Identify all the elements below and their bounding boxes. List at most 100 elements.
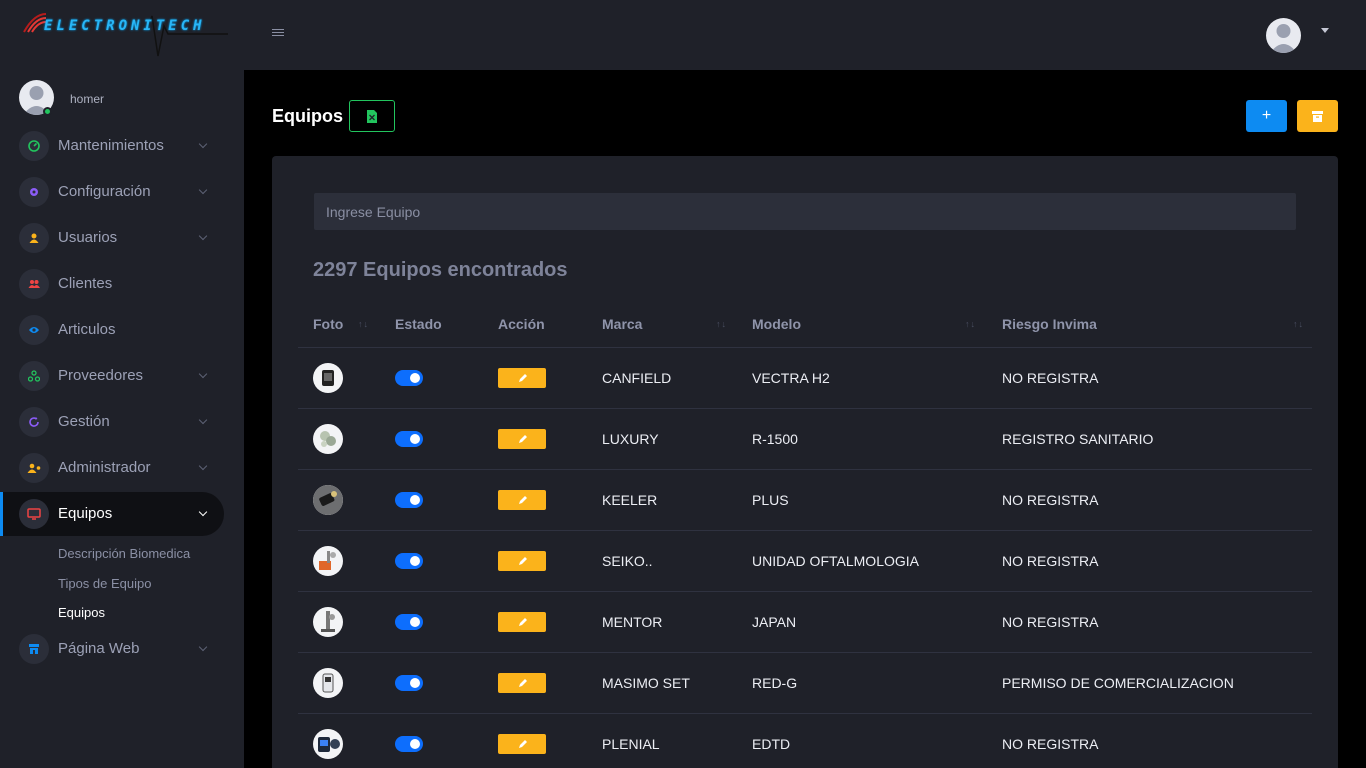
- sidebar-item-proveedores[interactable]: Proveedores: [0, 354, 224, 398]
- chevron-down-icon: [198, 369, 208, 379]
- cell-modelo: R-1500: [752, 431, 798, 447]
- pencil-icon: [518, 495, 527, 504]
- sidebar-user[interactable]: homer: [19, 80, 104, 116]
- edit-button[interactable]: [498, 734, 546, 754]
- sidebar-item-articulos[interactable]: Articulos: [0, 308, 224, 352]
- cell-riesgo: NO REGISTRA: [1002, 370, 1099, 386]
- table-header: Foto ↑↓ Estado Acción Marca ↑↓ Modelo ↑↓…: [298, 316, 1312, 348]
- page-title: Equipos: [272, 106, 343, 126]
- table-row: MENTOR JAPAN NO REGISTRA: [298, 592, 1312, 653]
- cell-modelo: EDTD: [752, 736, 791, 752]
- online-status-dot: [43, 107, 52, 116]
- sidebar-subitem-descripcion-biomedica[interactable]: Descripción Biomedica: [58, 546, 190, 561]
- column-header-foto[interactable]: Foto: [313, 316, 343, 332]
- edit-button[interactable]: [498, 368, 546, 388]
- network-icon: [19, 361, 49, 391]
- sidebar-item-mantenimientos[interactable]: Mantenimientos: [0, 124, 224, 168]
- sidebar: homer Mantenimientos Configuración Usuar…: [0, 70, 244, 768]
- column-header-estado: Estado: [395, 316, 442, 332]
- sidebar-item-label: Proveedores: [58, 367, 144, 384]
- sidebar-item-label: Equipos: [58, 505, 113, 522]
- column-header-modelo[interactable]: Modelo: [752, 316, 801, 332]
- estado-toggle[interactable]: [395, 736, 423, 752]
- cell-modelo: JAPAN: [752, 614, 797, 630]
- sort-icon[interactable]: ↑↓: [716, 319, 727, 329]
- sidebar-item-label: Administrador: [58, 459, 151, 476]
- sort-icon[interactable]: ↑↓: [1293, 319, 1304, 329]
- sidebar-item-label: Gestión: [58, 413, 110, 430]
- sidebar-item-pagina-web[interactable]: Página Web: [0, 627, 224, 671]
- equipos-card: 2297 Equipos encontrados Foto ↑↓ Estado …: [272, 156, 1338, 768]
- monitor-icon: [19, 499, 49, 529]
- estado-toggle[interactable]: [395, 675, 423, 691]
- equipment-photo[interactable]: [313, 424, 343, 454]
- results-count: 2297 Equipos encontrados: [313, 259, 568, 281]
- edit-button[interactable]: [498, 551, 546, 571]
- gear-icon: [19, 177, 49, 207]
- sidebar-item-gestion[interactable]: Gestión: [0, 400, 224, 444]
- cell-riesgo: PERMISO DE COMERCIALIZACION: [1002, 675, 1234, 691]
- column-header-marca[interactable]: Marca: [602, 316, 642, 332]
- cell-modelo: VECTRA H2: [752, 370, 830, 386]
- sort-icon[interactable]: ↑↓: [965, 319, 976, 329]
- brand-logo[interactable]: ELECTRONITECH: [22, 8, 242, 64]
- estado-toggle[interactable]: [395, 370, 423, 386]
- table-row: PLENIAL EDTD NO REGISTRA: [298, 714, 1312, 768]
- cell-marca: CANFIELD: [602, 370, 672, 386]
- sidebar-item-usuarios[interactable]: Usuarios: [0, 216, 224, 260]
- edit-button[interactable]: [498, 673, 546, 693]
- user-name: homer: [70, 92, 105, 106]
- sidebar-item-clientes[interactable]: Clientes: [0, 262, 224, 306]
- estado-toggle[interactable]: [395, 553, 423, 569]
- equipment-photo[interactable]: [313, 485, 343, 515]
- archive-icon: [1312, 110, 1323, 122]
- add-equipo-button[interactable]: +: [1246, 100, 1287, 132]
- pencil-icon: [518, 739, 527, 748]
- edit-button[interactable]: [498, 612, 546, 632]
- equipment-photo[interactable]: [313, 729, 343, 759]
- table-row: SEIKO.. UNIDAD OFTALMOLOGIA NO REGISTRA: [298, 531, 1312, 592]
- cell-riesgo: REGISTRO SANITARIO: [1002, 431, 1154, 447]
- chevron-down-icon: [198, 507, 208, 517]
- cell-modelo: PLUS: [752, 492, 789, 508]
- equipment-photo[interactable]: [313, 546, 343, 576]
- estado-toggle[interactable]: [395, 492, 423, 508]
- archive-button[interactable]: [1297, 100, 1338, 132]
- pencil-icon: [518, 434, 527, 443]
- user-menu-caret-icon[interactable]: [1321, 28, 1329, 33]
- eye-icon: [19, 315, 49, 345]
- sidebar-item-equipos[interactable]: Equipos: [0, 492, 224, 536]
- table-row: MASIMO SET RED-G PERMISO DE COMERCIALIZA…: [298, 653, 1312, 714]
- file-excel-icon: [367, 109, 377, 123]
- equipment-photo[interactable]: [313, 607, 343, 637]
- chevron-down-icon: [198, 461, 208, 471]
- equipment-photo[interactable]: [313, 363, 343, 393]
- cell-marca: MENTOR: [602, 614, 663, 630]
- cell-marca: PLENIAL: [602, 736, 660, 752]
- estado-toggle[interactable]: [395, 431, 423, 447]
- sidebar-item-label: Clientes: [58, 275, 113, 292]
- chevron-down-icon: [198, 185, 208, 195]
- sidebar-item-configuracion[interactable]: Configuración: [0, 170, 224, 214]
- cell-modelo: UNIDAD OFTALMOLOGIA: [752, 553, 919, 569]
- equipment-photo[interactable]: [313, 668, 343, 698]
- chevron-down-icon: [198, 139, 208, 149]
- sort-icon[interactable]: ↑↓: [358, 319, 369, 329]
- sidebar-item-administrador[interactable]: Administrador: [0, 446, 224, 490]
- estado-toggle[interactable]: [395, 614, 423, 630]
- main-content: Equipos + 2297 Equipos encontrados Foto …: [244, 70, 1366, 768]
- table-row: KEELER PLUS NO REGISTRA: [298, 470, 1312, 531]
- user-cog-icon: [19, 453, 49, 483]
- cell-riesgo: NO REGISTRA: [1002, 614, 1099, 630]
- search-input[interactable]: [314, 193, 1296, 230]
- edit-button[interactable]: [498, 429, 546, 449]
- sidebar-subitem-tipos-de-equipo[interactable]: Tipos de Equipo: [58, 576, 151, 591]
- top-user-avatar[interactable]: [1266, 18, 1301, 53]
- cell-marca: KEELER: [602, 492, 658, 508]
- sidebar-subitem-equipos[interactable]: Equipos: [58, 605, 105, 620]
- menu-toggle-icon[interactable]: [272, 27, 284, 39]
- sidebar-item-label: Página Web: [58, 640, 140, 657]
- column-header-riesgo-invima[interactable]: Riesgo Invima: [1002, 316, 1097, 332]
- edit-button[interactable]: [498, 490, 546, 510]
- export-excel-button[interactable]: [349, 100, 395, 132]
